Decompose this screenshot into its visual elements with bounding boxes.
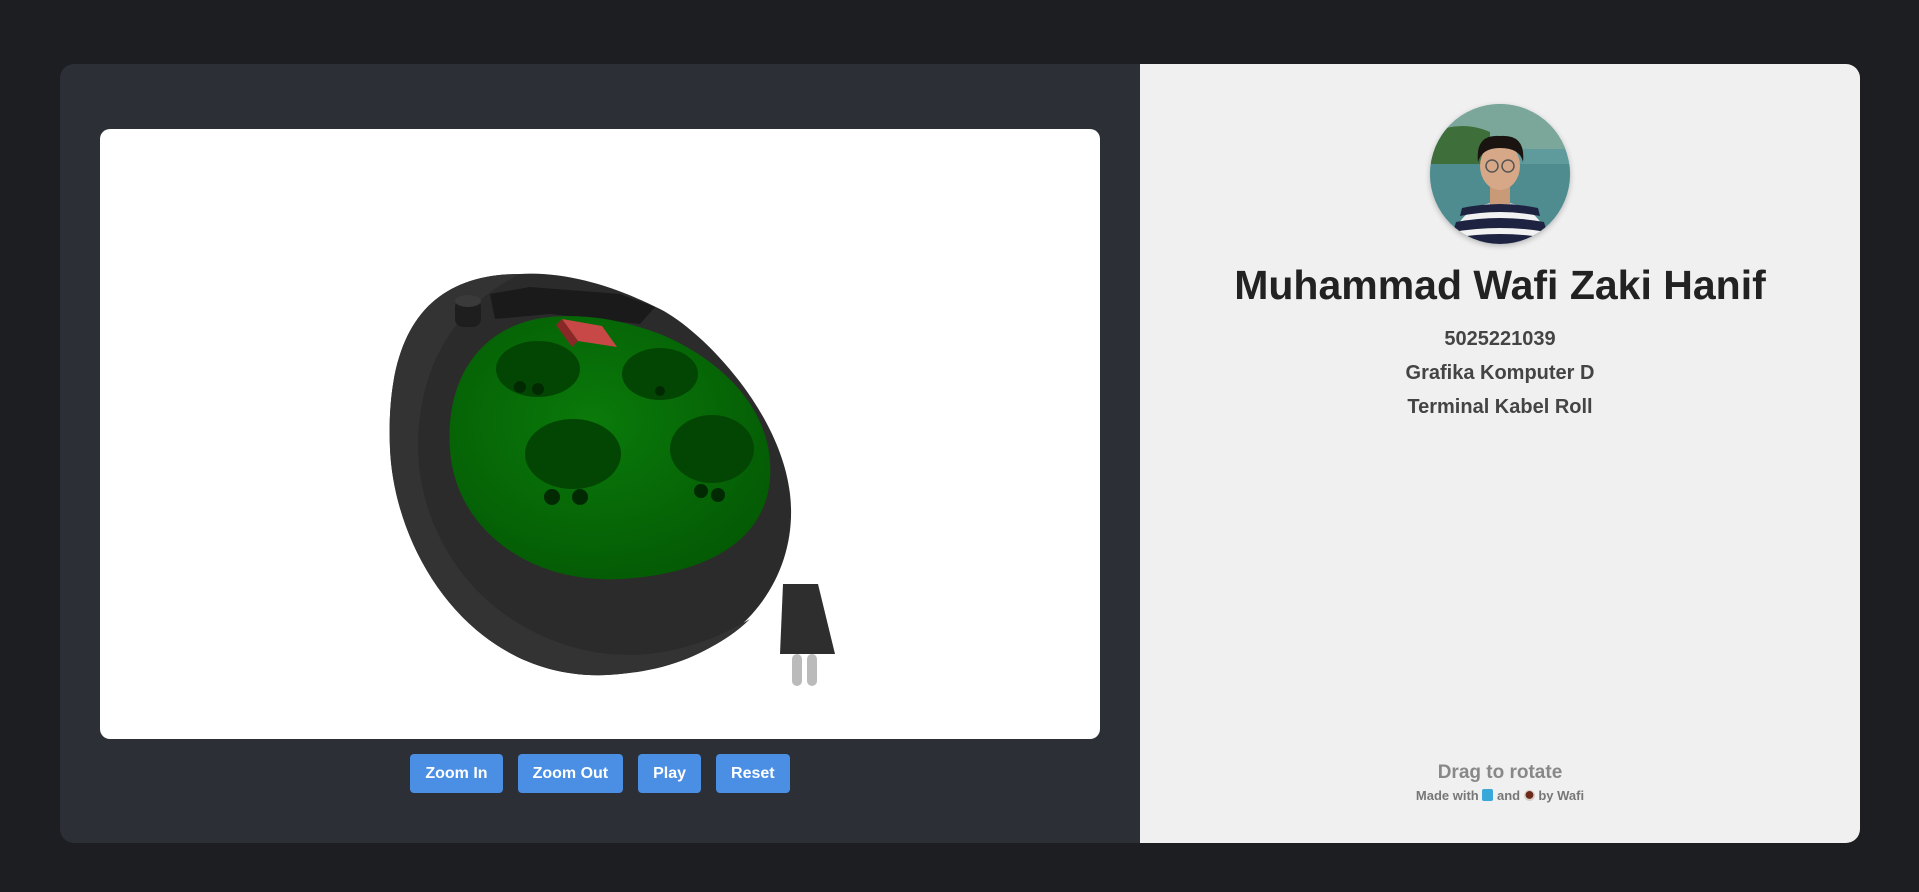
viewer-controls: Zoom In Zoom Out Play Reset <box>60 754 1140 793</box>
course-name: Grafika Komputer D <box>1405 362 1595 384</box>
zoom-in-button[interactable]: Zoom In <box>410 754 503 793</box>
student-id: 5025221039 <box>1444 328 1556 350</box>
profile-name: Muhammad Wafi Zaki Hanif <box>1234 262 1766 308</box>
viewer-panel: Zoom In Zoom Out Play Reset <box>60 64 1140 843</box>
profile-panel: Muhammad Wafi Zaki Hanif 5025221039 Graf… <box>1140 64 1860 843</box>
reset-button[interactable]: Reset <box>716 754 790 793</box>
drag-hint: Drag to rotate <box>1437 762 1563 783</box>
blue-book-icon <box>1482 789 1494 801</box>
avatar-photo <box>1430 104 1570 244</box>
app-container: Zoom In Zoom Out Play Reset Muhammad Waf… <box>60 64 1860 843</box>
footer-made-with: Made with <box>1415 788 1479 803</box>
project-title: Terminal Kabel Roll <box>1407 396 1593 418</box>
footer-and: and <box>1496 788 1521 803</box>
footer-credit: Made with and by Wafi <box>1140 788 1860 803</box>
cable-reel-model[interactable] <box>100 129 1100 739</box>
play-button[interactable]: Play <box>638 754 702 793</box>
footer-by: by Wafi <box>1538 788 1585 803</box>
zoom-out-button[interactable]: Zoom Out <box>517 754 624 793</box>
3d-viewer-canvas[interactable] <box>100 129 1100 739</box>
avatar <box>1430 104 1570 244</box>
coffee-icon <box>1523 790 1535 801</box>
